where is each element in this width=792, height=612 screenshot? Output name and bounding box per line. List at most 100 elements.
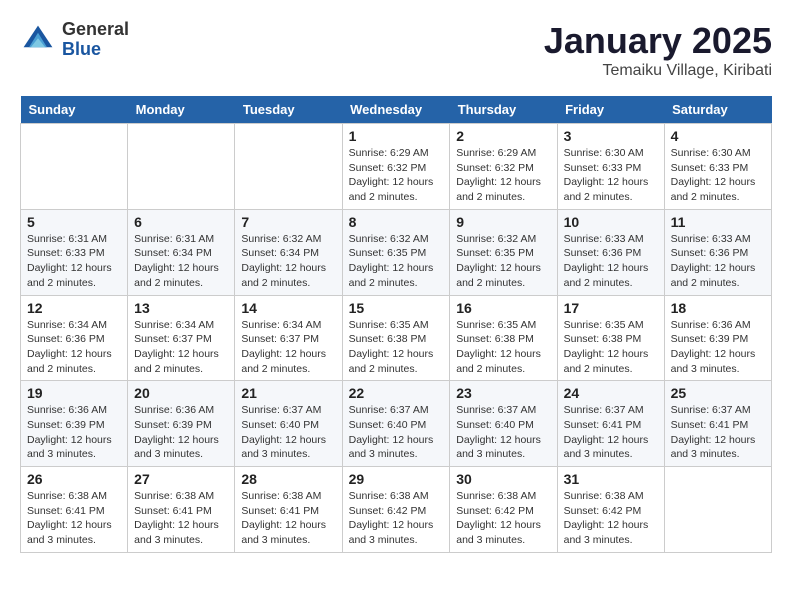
logo-general: General [62,20,129,40]
day-number: 2 [456,128,550,144]
month-title: January 2025 [544,20,772,62]
day-number: 14 [241,300,335,316]
calendar-cell: 22 Sunrise: 6:37 AMSunset: 6:40 PMDayligh… [342,381,450,467]
logo: General Blue [20,20,129,60]
day-info: Sunrise: 6:35 AMSunset: 6:38 PMDaylight:… [456,318,550,377]
day-info: Sunrise: 6:38 AMSunset: 6:41 PMDaylight:… [27,489,121,548]
day-info: Sunrise: 6:33 AMSunset: 6:36 PMDaylight:… [671,232,765,291]
calendar-week-1: 1 Sunrise: 6:29 AMSunset: 6:32 PMDaylight… [21,124,772,210]
day-info: Sunrise: 6:37 AMSunset: 6:41 PMDaylight:… [671,403,765,462]
logo-blue: Blue [62,40,129,60]
day-number: 15 [349,300,444,316]
calendar-cell: 29Sunrise: 6:38 AMSunset: 6:42 PMDayligh… [342,467,450,553]
calendar-week-2: 5Sunrise: 6:31 AMSunset: 6:33 PMDaylight… [21,209,772,295]
calendar-cell: 26 Sunrise: 6:38 AMSunset: 6:41 PMDayligh… [21,467,128,553]
calendar-table: SundayMondayTuesdayWednesdayThursdayFrid… [20,96,772,553]
day-number: 4 [671,128,765,144]
day-header-sunday: Sunday [21,96,128,124]
calendar-cell: 20 Sunrise: 6:36 AMSunset: 6:39 PMDayligh… [128,381,235,467]
day-info: Sunrise: 6:38 AMSunset: 6:42 PMDaylight:… [564,489,658,548]
day-number: 7 [241,214,335,230]
day-header-saturday: Saturday [664,96,771,124]
calendar-cell: 3 Sunrise: 6:30 AMSunset: 6:33 PMDaylight… [557,124,664,210]
day-info: Sunrise: 6:30 AMSunset: 6:33 PMDaylight:… [564,146,658,205]
day-info: Sunrise: 6:32 AMSunset: 6:34 PMDaylight:… [241,232,335,291]
calendar-week-4: 19 Sunrise: 6:36 AMSunset: 6:39 PMDayligh… [21,381,772,467]
day-info: Sunrise: 6:34 AMSunset: 6:37 PMDaylight:… [241,318,335,377]
day-header-friday: Friday [557,96,664,124]
day-info: Sunrise: 6:37 AMSunset: 6:41 PMDaylight:… [564,403,658,462]
calendar-cell: 11Sunrise: 6:33 AMSunset: 6:36 PMDayligh… [664,209,771,295]
day-info: Sunrise: 6:31 AMSunset: 6:34 PMDaylight:… [134,232,228,291]
calendar-cell: 24Sunrise: 6:37 AMSunset: 6:41 PMDayligh… [557,381,664,467]
calendar-cell: 7 Sunrise: 6:32 AMSunset: 6:34 PMDaylight… [235,209,342,295]
calendar-cell: 31 Sunrise: 6:38 AMSunset: 6:42 PMDayligh… [557,467,664,553]
calendar-cell: 1 Sunrise: 6:29 AMSunset: 6:32 PMDaylight… [342,124,450,210]
day-number: 12 [27,300,121,316]
day-info: Sunrise: 6:35 AMSunset: 6:38 PMDaylight:… [349,318,444,377]
day-number: 27 [134,471,228,487]
day-number: 30 [456,471,550,487]
day-number: 22 [349,385,444,401]
day-number: 8 [349,214,444,230]
logo-icon [20,22,56,58]
calendar-cell: 13Sunrise: 6:34 AMSunset: 6:37 PMDayligh… [128,295,235,381]
calendar-cell: 30 Sunrise: 6:38 AMSunset: 6:42 PMDayligh… [450,467,557,553]
page-header: General Blue January 2025 Temaiku Villag… [20,20,772,80]
day-header-thursday: Thursday [450,96,557,124]
day-info: Sunrise: 6:37 AMSunset: 6:40 PMDaylight:… [456,403,550,462]
day-header-tuesday: Tuesday [235,96,342,124]
day-number: 18 [671,300,765,316]
day-info: Sunrise: 6:37 AMSunset: 6:40 PMDaylight:… [241,403,335,462]
calendar-cell: 5Sunrise: 6:31 AMSunset: 6:33 PMDaylight… [21,209,128,295]
calendar-week-5: 26 Sunrise: 6:38 AMSunset: 6:41 PMDayligh… [21,467,772,553]
day-number: 3 [564,128,658,144]
day-info: Sunrise: 6:36 AMSunset: 6:39 PMDaylight:… [27,403,121,462]
day-number: 23 [456,385,550,401]
day-number: 17 [564,300,658,316]
day-number: 21 [241,385,335,401]
day-info: Sunrise: 6:36 AMSunset: 6:39 PMDaylight:… [671,318,765,377]
day-info: Sunrise: 6:37 AMSunset: 6:40 PMDaylight:… [349,403,444,462]
day-number: 13 [134,300,228,316]
calendar-cell: 16 Sunrise: 6:35 AMSunset: 6:38 PMDayligh… [450,295,557,381]
day-info: Sunrise: 6:32 AMSunset: 6:35 PMDaylight:… [349,232,444,291]
day-info: Sunrise: 6:38 AMSunset: 6:42 PMDaylight:… [456,489,550,548]
day-info: Sunrise: 6:33 AMSunset: 6:36 PMDaylight:… [564,232,658,291]
day-number: 25 [671,385,765,401]
calendar-cell: 4Sunrise: 6:30 AMSunset: 6:33 PMDaylight… [664,124,771,210]
calendar-cell: 28Sunrise: 6:38 AMSunset: 6:41 PMDayligh… [235,467,342,553]
day-info: Sunrise: 6:38 AMSunset: 6:41 PMDaylight:… [134,489,228,548]
day-info: Sunrise: 6:32 AMSunset: 6:35 PMDaylight:… [456,232,550,291]
day-info: Sunrise: 6:36 AMSunset: 6:39 PMDaylight:… [134,403,228,462]
day-number: 28 [241,471,335,487]
day-info: Sunrise: 6:29 AMSunset: 6:32 PMDaylight:… [456,146,550,205]
calendar-cell: 17Sunrise: 6:35 AMSunset: 6:38 PMDayligh… [557,295,664,381]
day-number: 20 [134,385,228,401]
calendar-cell: 21 Sunrise: 6:37 AMSunset: 6:40 PMDayligh… [235,381,342,467]
day-number: 26 [27,471,121,487]
logo-text: General Blue [62,20,129,60]
calendar-cell: 25 Sunrise: 6:37 AMSunset: 6:41 PMDayligh… [664,381,771,467]
day-number: 10 [564,214,658,230]
calendar-cell [235,124,342,210]
day-number: 16 [456,300,550,316]
day-info: Sunrise: 6:29 AMSunset: 6:32 PMDaylight:… [349,146,444,205]
calendar-cell: 2 Sunrise: 6:29 AMSunset: 6:32 PMDaylight… [450,124,557,210]
day-number: 1 [349,128,444,144]
calendar-cell: 19 Sunrise: 6:36 AMSunset: 6:39 PMDayligh… [21,381,128,467]
calendar-cell [128,124,235,210]
day-header-monday: Monday [128,96,235,124]
calendar-cell: 23 Sunrise: 6:37 AMSunset: 6:40 PMDayligh… [450,381,557,467]
calendar-cell: 12 Sunrise: 6:34 AMSunset: 6:36 PMDayligh… [21,295,128,381]
calendar-cell: 15 Sunrise: 6:35 AMSunset: 6:38 PMDayligh… [342,295,450,381]
calendar-cell [664,467,771,553]
day-info: Sunrise: 6:38 AMSunset: 6:42 PMDaylight:… [349,489,444,548]
day-info: Sunrise: 6:34 AMSunset: 6:36 PMDaylight:… [27,318,121,377]
day-number: 5 [27,214,121,230]
day-number: 31 [564,471,658,487]
day-number: 6 [134,214,228,230]
day-number: 19 [27,385,121,401]
day-header-wednesday: Wednesday [342,96,450,124]
calendar-cell: 10 Sunrise: 6:33 AMSunset: 6:36 PMDayligh… [557,209,664,295]
